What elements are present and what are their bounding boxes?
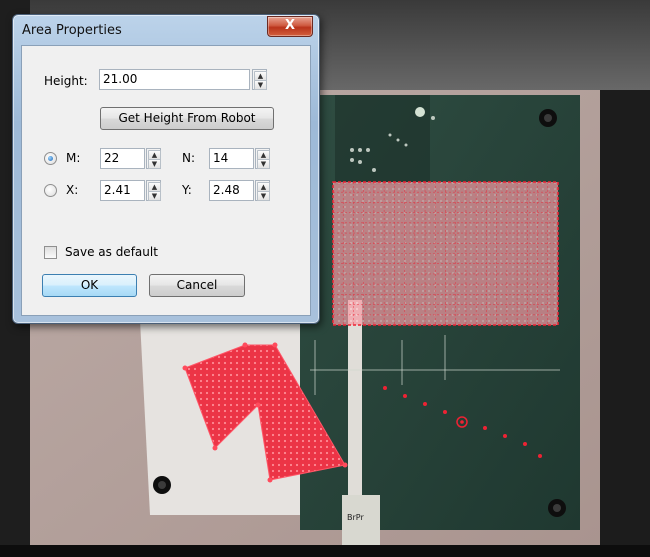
screw-bottom-right [548,499,566,517]
save-default-checkbox[interactable] [44,246,57,259]
m-input[interactable]: 22 [100,148,145,169]
x-input[interactable]: 2.41 [100,180,145,201]
radio-m[interactable] [44,152,57,165]
spin-down-icon[interactable]: ▼ [257,191,270,201]
radio-x[interactable] [44,184,57,197]
pcb-label: BrPr [347,513,364,522]
spin-down-icon[interactable]: ▼ [254,80,267,90]
m-label: M: [66,151,81,165]
y-input[interactable]: 2.48 [209,180,254,201]
spin-down-icon[interactable]: ▼ [148,191,161,201]
bottom-edge [0,545,650,557]
spin-down-icon[interactable]: ▼ [257,159,270,169]
pcb-dark-region [335,95,430,185]
get-height-button[interactable]: Get Height From Robot [100,107,274,130]
cancel-button[interactable]: Cancel [149,274,245,297]
height-input[interactable]: 21.00 [99,69,250,90]
x-label: X: [66,183,79,197]
area-properties-dialog: Area Properties X Height: 21.00 ▲ ▼ Get … [12,14,320,324]
pcb-cutout [348,300,362,495]
m-spinner[interactable]: ▲ ▼ [146,148,161,169]
n-label: N: [182,151,196,165]
background-right [598,90,650,557]
y-spinner[interactable]: ▲ ▼ [255,180,270,201]
height-label: Height: [44,74,88,88]
screw-bottom-left [153,476,171,494]
save-default-label: Save as default [65,245,158,259]
spin-down-icon[interactable]: ▼ [148,159,161,169]
n-spinner[interactable]: ▲ ▼ [255,148,270,169]
screw-top-right [539,109,557,127]
n-input[interactable]: 14 [209,148,254,169]
x-spinner[interactable]: ▲ ▼ [146,180,161,201]
ok-button[interactable]: OK [42,274,137,297]
dialog-title: Area Properties [22,23,122,38]
dialog-body: Height: 21.00 ▲ ▼ Get Height From Robot … [21,45,311,316]
radio-selected-dot [48,156,53,161]
close-button[interactable]: X [267,16,313,37]
y-label: Y: [182,183,192,197]
height-spinner[interactable]: ▲ ▼ [252,69,267,90]
